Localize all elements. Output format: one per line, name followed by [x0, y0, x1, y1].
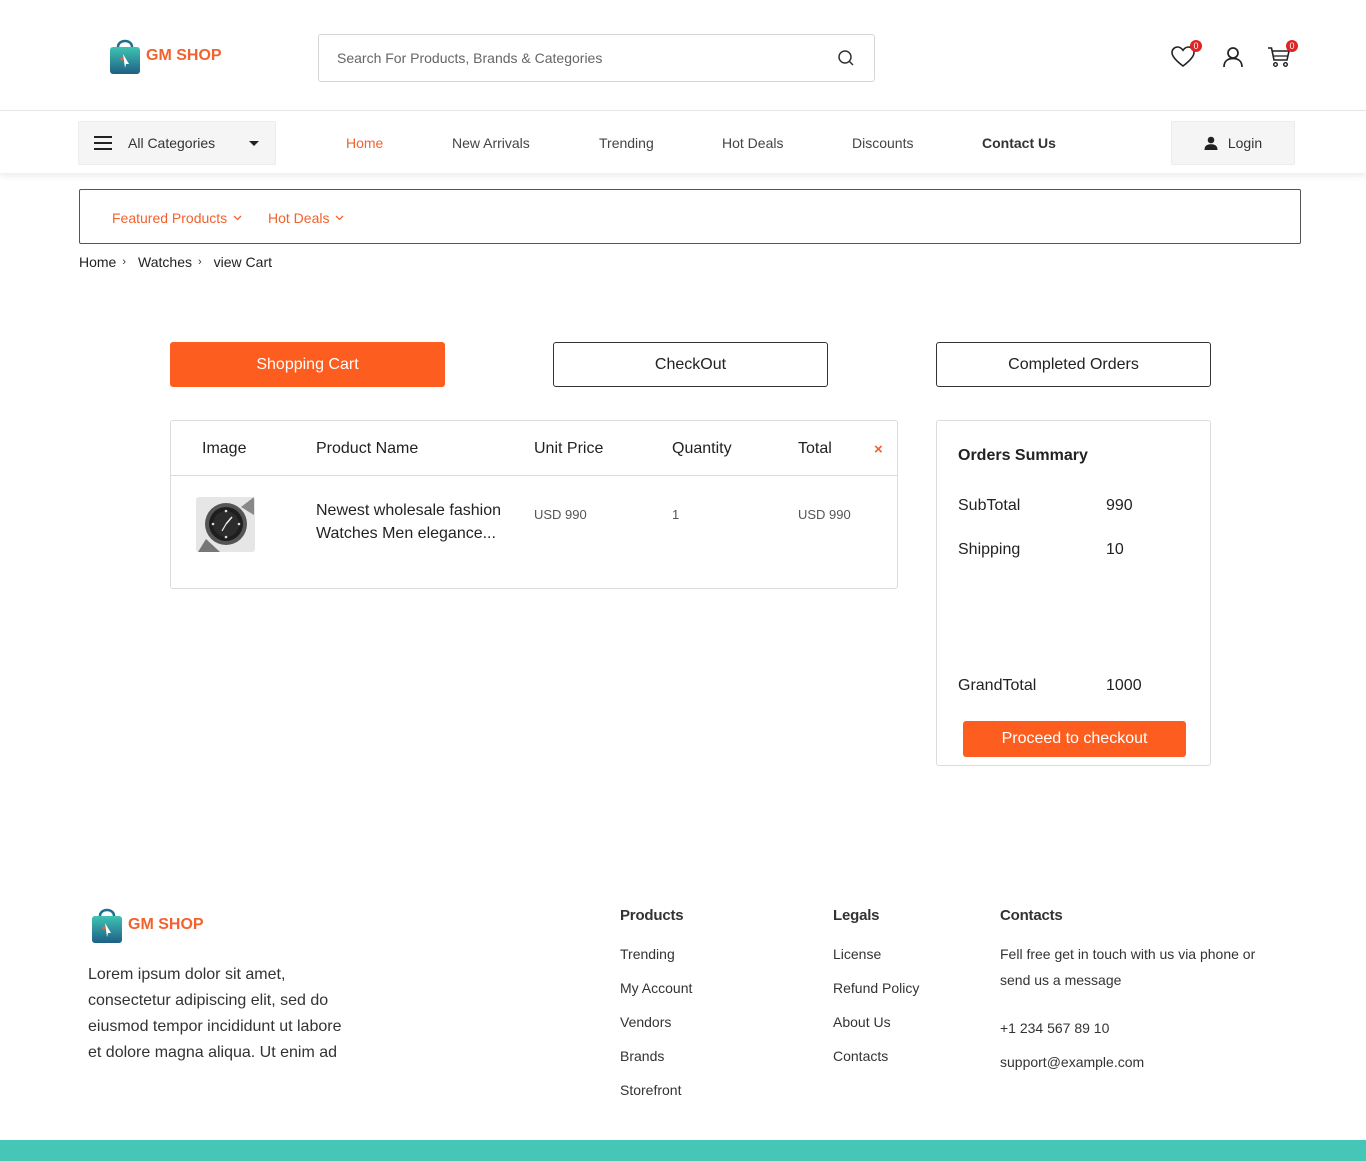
- cart-count-badge: 0: [1286, 40, 1298, 52]
- footer-phone[interactable]: +1 234 567 89 10: [1000, 1020, 1109, 1036]
- footer-logo[interactable]: GM SHOP: [90, 906, 204, 944]
- chevron-down-icon: [336, 215, 344, 221]
- breadcrumb-current: view Cart: [213, 254, 273, 270]
- footer-email[interactable]: support@example.com: [1000, 1054, 1144, 1070]
- footer-products-heading: Products: [620, 907, 684, 924]
- nav-discounts[interactable]: Discounts: [852, 135, 913, 151]
- column-quantity: Quantity: [672, 440, 732, 457]
- footer-contact-text: Fell free get in touch with us via phone…: [1000, 946, 1256, 988]
- nav-contact-us[interactable]: Contact Us: [982, 135, 1056, 151]
- quantity: 1: [672, 507, 680, 522]
- orders-summary: Orders Summary SubTotal 990 Shipping 10 …: [936, 420, 1211, 766]
- breadcrumb-watches[interactable]: Watches: [138, 254, 192, 270]
- unit-price: USD 990: [534, 507, 587, 522]
- search-icon: [838, 50, 854, 66]
- categories-label: All Categories: [128, 135, 216, 151]
- close-icon[interactable]: ×: [874, 441, 883, 458]
- login-label: Login: [1227, 135, 1263, 151]
- footer-link-refund-policy[interactable]: Refund Policy: [833, 980, 919, 996]
- nav-home[interactable]: Home: [346, 135, 383, 151]
- account-button[interactable]: [1220, 44, 1246, 70]
- subtotal-value: 990: [1106, 497, 1133, 514]
- brand-name: GM SHOP: [146, 47, 222, 64]
- footer-link-trending[interactable]: Trending: [620, 946, 675, 962]
- shopping-bag-logo-icon: [110, 39, 140, 74]
- summary-title: Orders Summary: [958, 447, 1088, 464]
- hot-deals-label: Hot Deals: [268, 210, 330, 226]
- user-icon: [1223, 47, 1243, 68]
- sub-navigation: Featured Products Hot Deals: [79, 189, 1301, 244]
- search-bar: [318, 34, 875, 82]
- footer-legals-heading: Legals: [833, 907, 880, 924]
- subtotal-label: SubTotal: [958, 497, 1021, 514]
- person-icon: [1204, 136, 1218, 150]
- breadcrumb-home[interactable]: Home: [79, 254, 116, 270]
- column-image: Image: [202, 440, 247, 457]
- tab-shopping-cart[interactable]: Shopping Cart: [170, 342, 445, 387]
- nav-hot-deals[interactable]: Hot Deals: [722, 135, 783, 151]
- top-header: GM SHOP 0 0: [0, 0, 1366, 111]
- footer-bottom-band: [0, 1140, 1366, 1161]
- footer-link-brands[interactable]: Brands: [620, 1048, 664, 1064]
- table-row: Newest wholesale fashion Watches Men ele…: [171, 477, 897, 589]
- footer-contacts-heading: Contacts: [1000, 907, 1063, 924]
- column-product-name: Product Name: [316, 440, 419, 457]
- main-nav: All Categories Home New Arrivals Trendin…: [0, 111, 1366, 173]
- chevron-down-icon: [233, 215, 242, 221]
- all-categories-dropdown[interactable]: All Categories: [78, 121, 276, 165]
- footer-link-my-account[interactable]: My Account: [620, 980, 692, 996]
- grandtotal-value: 1000: [1106, 677, 1142, 694]
- featured-products-label: Featured Products: [112, 210, 228, 226]
- header-logo[interactable]: GM SHOP: [108, 37, 222, 75]
- cart-table: Image Product Name Unit Price Quantity T…: [170, 420, 898, 589]
- product-image[interactable]: [196, 497, 255, 552]
- column-total: Total: [798, 440, 832, 457]
- chevron-right-icon: ›: [122, 256, 127, 268]
- footer-link-contacts[interactable]: Contacts: [833, 1048, 888, 1064]
- footer-link-vendors[interactable]: Vendors: [620, 1014, 671, 1030]
- footer-link-about-us[interactable]: About Us: [833, 1014, 891, 1030]
- wishlist-count-badge: 0: [1190, 40, 1202, 52]
- footer-brand-name: GM SHOP: [128, 916, 204, 933]
- shipping-label: Shipping: [958, 541, 1021, 558]
- cart-table-header: Image Product Name Unit Price Quantity T…: [171, 421, 897, 476]
- tab-checkout[interactable]: CheckOut: [553, 342, 828, 387]
- proceed-to-checkout-button[interactable]: Proceed to checkout: [963, 721, 1186, 757]
- wishlist-button[interactable]: 0: [1170, 40, 1202, 70]
- hot-deals-menu[interactable]: Hot Deals: [268, 210, 344, 226]
- search-input[interactable]: [319, 35, 818, 81]
- login-button[interactable]: Login: [1171, 121, 1295, 165]
- search-button[interactable]: [818, 35, 874, 81]
- grandtotal-label: GrandTotal: [958, 677, 1037, 694]
- footer-link-license[interactable]: License: [833, 946, 881, 962]
- footer-description: Lorem ipsum dolor sit amet, consectetur …: [88, 966, 342, 1061]
- shopping-bag-logo-icon: [92, 908, 122, 943]
- nav-new-arrivals[interactable]: New Arrivals: [452, 135, 530, 151]
- product-name[interactable]: Newest wholesale fashion Watches Men ele…: [316, 499, 516, 545]
- column-unit-price: Unit Price: [534, 440, 604, 457]
- caret-down-icon: [249, 140, 259, 146]
- menu-icon: [94, 136, 112, 150]
- row-total: USD 990: [798, 507, 851, 522]
- cart-button[interactable]: 0: [1266, 40, 1298, 70]
- footer-link-storefront[interactable]: Storefront: [620, 1082, 681, 1098]
- featured-products-menu[interactable]: Featured Products: [112, 210, 242, 226]
- breadcrumb: Home › Watches › view Cart: [79, 254, 272, 270]
- chevron-right-icon: ›: [197, 256, 202, 268]
- watch-image: [196, 497, 255, 552]
- tab-completed-orders[interactable]: Completed Orders: [936, 342, 1211, 387]
- nav-trending[interactable]: Trending: [599, 135, 654, 151]
- shipping-value: 10: [1106, 541, 1124, 558]
